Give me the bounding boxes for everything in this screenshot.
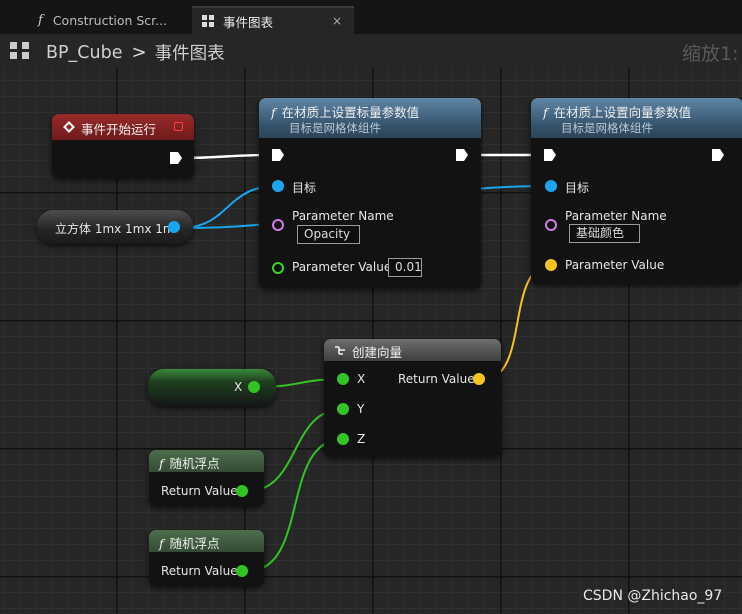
return-value-pin[interactable] <box>236 485 248 497</box>
y-in-pin[interactable] <box>337 403 349 415</box>
event-diamond-icon <box>63 121 75 133</box>
graph-canvas[interactable]: 事件开始运行 立方体 1mx 1mx 1m f 在材质上设置标量参数值 目标是网格… <box>0 68 742 614</box>
set-vector-parameter-node[interactable]: f 在材质上设置向量参数值 目标是网格体组件 目标 Parameter Name … <box>531 98 742 284</box>
float-out-pin[interactable] <box>248 381 260 393</box>
node-header: f 随机浮点 <box>149 450 264 472</box>
node-subtitle: 目标是网格体组件 <box>289 121 381 135</box>
parameter-value-label: Parameter Value <box>565 258 665 272</box>
tab-event-graph[interactable]: 事件图表 × <box>192 6 354 34</box>
node-title: 随机浮点 <box>169 456 220 471</box>
return-value-label: Return Value <box>161 484 238 498</box>
variable-label: X <box>234 380 243 394</box>
x-variable-node[interactable]: X <box>148 369 276 406</box>
exec-in-pin[interactable] <box>544 149 556 161</box>
tab-construction-script[interactable]: f Construction Scr... <box>28 6 188 34</box>
node-title: 事件开始运行 <box>81 122 157 137</box>
parameter-name-label: Parameter Name <box>565 209 667 223</box>
breadcrumb-separator: > <box>131 42 147 63</box>
node-title-row: f 在材质上设置向量参数值 <box>543 102 691 121</box>
function-icon: f <box>159 536 164 551</box>
function-icon: f <box>271 105 276 120</box>
watermark: CSDN @Zhichao_97 <box>583 588 723 604</box>
parameter-name-field[interactable]: 基础颜色 <box>569 224 640 243</box>
return-value-label: Return Value <box>161 564 238 578</box>
y-label: Y <box>357 402 365 416</box>
breadcrumb-root[interactable]: BP_Cube <box>46 43 123 63</box>
parameter-value-field[interactable]: 0.01 <box>388 258 422 277</box>
node-header: f 在材质上设置向量参数值 目标是网格体组件 <box>531 98 742 138</box>
return-value-pin[interactable] <box>473 373 485 385</box>
target-label: 目标 <box>565 181 590 195</box>
parameter-name-label: Parameter Name <box>292 209 394 223</box>
tab-bar: f Construction Scr... 事件图表 × <box>0 0 742 34</box>
node-header: f 随机浮点 <box>149 530 264 552</box>
node-title: 在材质上设置向量参数值 <box>553 105 692 120</box>
target-in-pin[interactable] <box>545 180 557 192</box>
return-value-label: Return Value <box>398 372 475 386</box>
exec-out-pin[interactable] <box>712 149 724 161</box>
cube-component-ref-node[interactable]: 立方体 1mx 1mx 1m <box>37 210 193 244</box>
variable-label: 立方体 1mx 1mx 1m <box>55 222 175 236</box>
breadcrumb: BP_Cube > 事件图表 <box>46 40 225 65</box>
breadcrumb-bar: BP_Cube > 事件图表 缩放1: <box>0 34 742 68</box>
node-header: 创建向量 <box>324 339 501 361</box>
make-struct-icon <box>335 346 345 355</box>
function-icon: f <box>159 456 164 471</box>
target-label: 目标 <box>292 181 317 195</box>
node-title: 在材质上设置标量参数值 <box>281 105 420 120</box>
exec-in-pin[interactable] <box>272 149 284 161</box>
make-vector-node[interactable]: 创建向量 X Y Z Return Value <box>324 339 501 457</box>
node-title-row: f 在材质上设置标量参数值 <box>271 102 419 121</box>
return-value-pin[interactable] <box>236 565 248 577</box>
event-graph-icon <box>202 15 214 27</box>
breadcrumb-current: 事件图表 <box>154 44 225 64</box>
node-header: f 在材质上设置标量参数值 目标是网格体组件 <box>259 98 481 138</box>
function-icon: f <box>38 12 43 28</box>
node-title: 创建向量 <box>352 345 403 360</box>
parameter-name-pin[interactable] <box>545 219 557 231</box>
x-in-pin[interactable] <box>337 373 349 385</box>
node-title: 随机浮点 <box>169 536 220 551</box>
exec-out-pin[interactable] <box>456 149 468 161</box>
z-in-pin[interactable] <box>337 433 349 445</box>
parameter-value-label: Parameter Value <box>292 260 392 274</box>
tab-label: Construction Scr... <box>52 12 168 28</box>
event-begin-play-node[interactable]: 事件开始运行 <box>52 114 194 178</box>
exec-wire <box>181 153 269 160</box>
x-label: X <box>357 372 366 386</box>
object-out-pin[interactable] <box>168 221 180 233</box>
parameter-name-field[interactable]: Opacity <box>297 225 360 244</box>
close-icon[interactable]: × <box>332 14 342 28</box>
random-float-node-1[interactable]: f 随机浮点 Return Value <box>149 450 264 506</box>
target-in-pin[interactable] <box>272 180 284 192</box>
exec-out-pin[interactable] <box>170 152 182 164</box>
set-scalar-parameter-node[interactable]: f 在材质上设置标量参数值 目标是网格体组件 目标 Parameter Name … <box>259 98 481 288</box>
parameter-name-pin[interactable] <box>272 219 284 231</box>
node-header: 事件开始运行 <box>52 114 194 140</box>
random-float-node-2[interactable]: f 随机浮点 Return Value <box>149 530 264 586</box>
parameter-value-pin[interactable] <box>545 259 557 271</box>
delegate-pin-icon[interactable] <box>174 122 183 131</box>
zoom-level: 缩放1: <box>682 43 739 65</box>
node-subtitle: 目标是网格体组件 <box>561 121 653 135</box>
node-title-row: f 随机浮点 <box>159 533 220 552</box>
graph-icon <box>10 42 32 60</box>
z-label: Z <box>357 432 366 446</box>
node-title-row: f 随机浮点 <box>159 453 220 472</box>
parameter-value-pin[interactable] <box>272 262 284 274</box>
tab-label: 事件图表 <box>223 14 274 30</box>
function-icon: f <box>543 105 548 120</box>
